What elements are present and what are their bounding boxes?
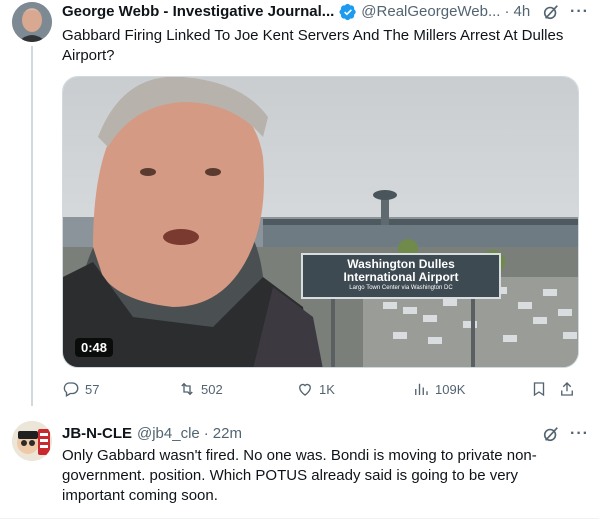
repost-icon — [181, 382, 193, 396]
divider — [0, 518, 599, 519]
repost-button[interactable]: 502 — [178, 380, 223, 398]
video-player[interactable]: Washington Dulles International Airport … — [62, 76, 579, 368]
tweet-actions: 57 502 1K 109K — [62, 380, 582, 400]
reply-header: JB-N-CLE @jb4_cle · 22m ··· — [62, 424, 589, 444]
video-thumbnail — [63, 77, 578, 367]
tweet-text: Gabbard Firing Linked To Joe Kent Server… — [62, 27, 564, 64]
thread-connector-line — [31, 46, 33, 406]
more-icon[interactable]: ··· — [570, 426, 589, 442]
verified-badge-icon[interactable] — [339, 3, 357, 21]
airport-sign: Washington Dulles International Airport … — [301, 253, 501, 299]
reply-author-handle[interactable]: @jb4_cle — [137, 424, 200, 444]
tweet-header: George Webb - Investigative Journal... @… — [62, 2, 589, 22]
reply-timestamp[interactable]: 22m — [213, 424, 242, 444]
more-icon[interactable]: ··· — [570, 4, 589, 20]
author-avatar[interactable] — [12, 2, 52, 42]
grok-icon[interactable] — [542, 425, 560, 443]
sign-line-2: International Airport — [343, 270, 459, 284]
like-count: 1K — [319, 381, 335, 397]
share-icon — [561, 382, 573, 396]
author-name[interactable]: George Webb - Investigative Journal... — [62, 2, 334, 22]
like-button[interactable]: 1K — [296, 380, 335, 398]
sign-line-3: Largo Town Center via Washington DC — [349, 285, 453, 291]
bookmark-button[interactable] — [530, 380, 548, 398]
tweet-timestamp[interactable]: 4h — [513, 2, 530, 22]
reply-author-avatar[interactable] — [12, 421, 52, 461]
views-count: 109K — [435, 381, 466, 397]
repost-count: 502 — [201, 381, 223, 397]
like-icon — [299, 383, 311, 396]
grok-icon[interactable] — [542, 3, 560, 21]
views-icon — [415, 383, 428, 395]
reply-separator-dot: · — [203, 425, 209, 442]
author-handle[interactable]: @RealGeorgeWeb... — [361, 2, 500, 22]
reply-button[interactable]: 57 — [62, 380, 99, 398]
reply-text: Only Gabbard wasn't fired. No one was. B… — [62, 447, 537, 504]
bookmark-icon — [533, 382, 545, 397]
reply-icon — [63, 382, 79, 397]
separator-dot: · — [504, 3, 510, 20]
views-button[interactable]: 109K — [412, 380, 465, 398]
video-duration: 0:48 — [75, 338, 114, 357]
reply-count: 57 — [85, 381, 100, 397]
reply-author-name[interactable]: JB-N-CLE — [62, 424, 132, 444]
share-button[interactable] — [558, 380, 576, 398]
